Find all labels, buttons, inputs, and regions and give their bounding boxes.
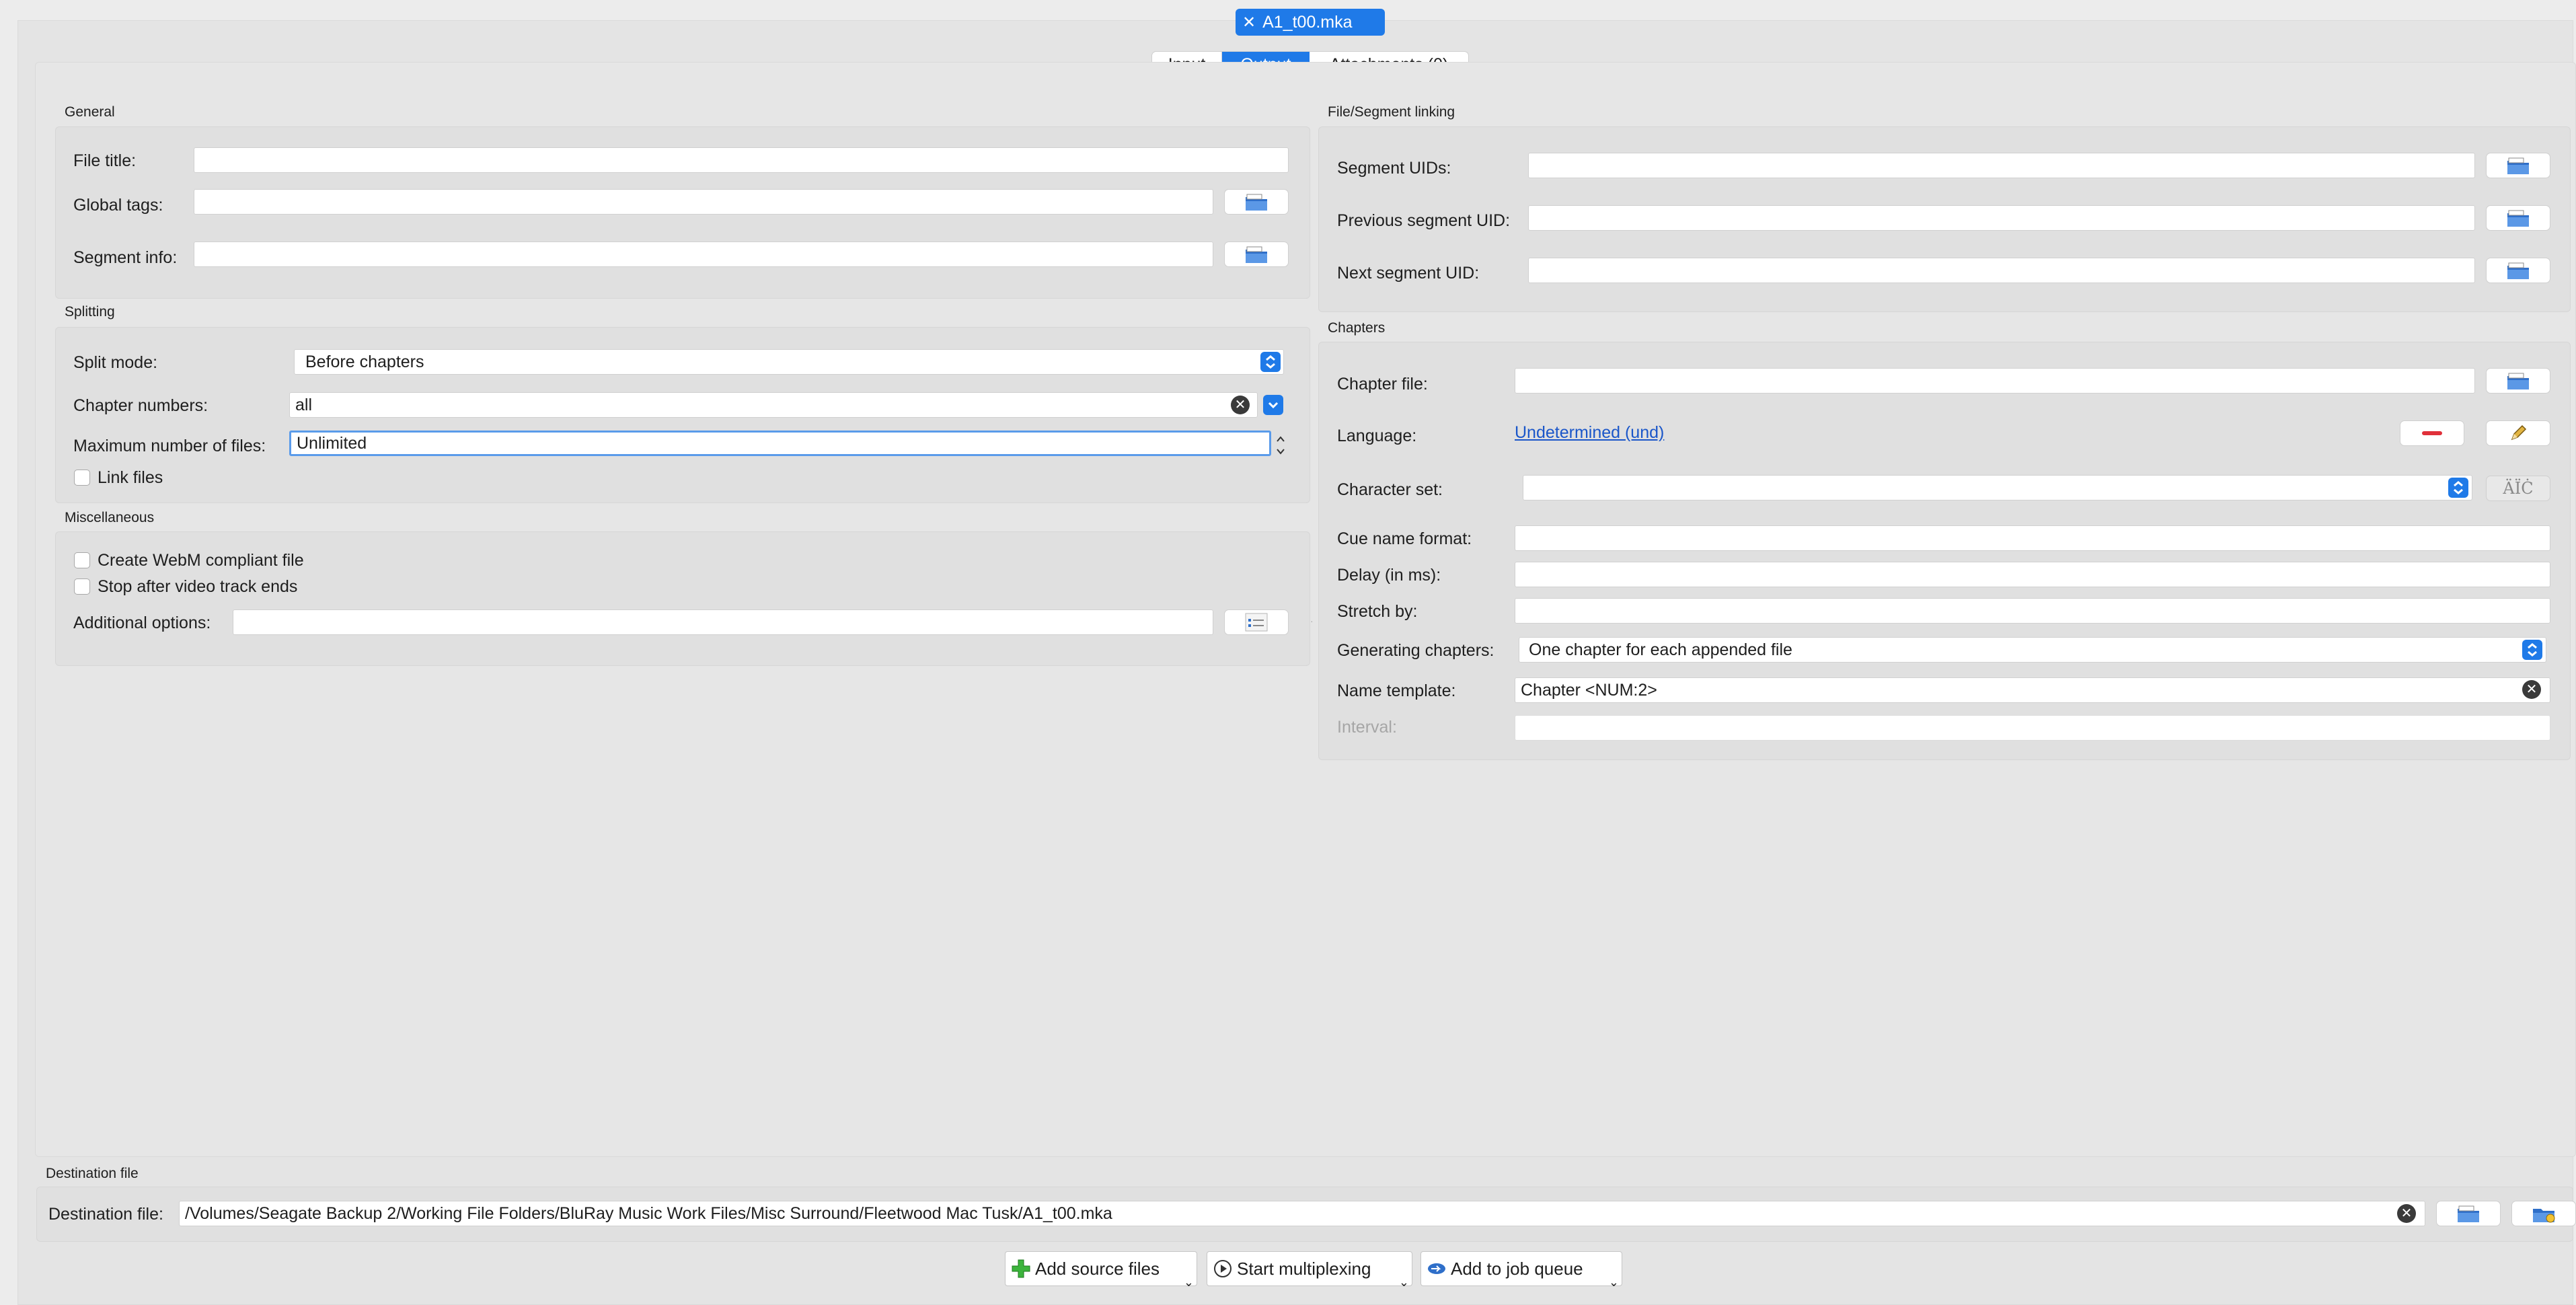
generating-select[interactable]: One chapter for each appended file — [1519, 637, 2546, 663]
webm-label: Create WebM compliant file — [98, 551, 304, 570]
segment-uids-input[interactable] — [1528, 153, 2475, 178]
chapter-numbers-input[interactable]: all — [289, 392, 1258, 418]
pencil-icon — [2511, 424, 2527, 441]
abc-icon: ÄÏĊ — [2503, 479, 2534, 498]
additional-options-input[interactable] — [233, 609, 1213, 635]
segment-uids-label: Segment UIDs: — [1337, 159, 1451, 178]
chapter-numbers-dropdown-icon[interactable] — [1263, 395, 1283, 415]
splitting-section-title: Splitting — [65, 304, 115, 320]
next-uid-label: Next segment UID: — [1337, 264, 1480, 283]
folder-recent-icon — [2533, 1209, 2555, 1223]
minus-icon — [2422, 431, 2442, 435]
close-icon[interactable]: ✕ — [1242, 13, 1256, 32]
stretch-label: Stretch by: — [1337, 602, 1418, 621]
next-uid-input[interactable] — [1528, 258, 2475, 283]
language-remove-button[interactable] — [2400, 420, 2464, 446]
max-files-label: Maximum number of files: — [73, 437, 266, 455]
folder-icon — [1246, 194, 1267, 211]
segment-info-input[interactable] — [194, 241, 1213, 267]
global-tags-input[interactable] — [194, 189, 1213, 215]
chapter-file-label: Chapter file: — [1337, 375, 1428, 394]
next-uid-browse-button[interactable] — [2486, 258, 2550, 283]
name-template-label: Name template: — [1337, 681, 1456, 700]
folder-icon — [1246, 246, 1267, 263]
queue-icon — [1428, 1263, 1445, 1274]
folder-icon — [2458, 1205, 2479, 1222]
plus-icon — [1012, 1259, 1030, 1278]
folder-icon — [2507, 157, 2529, 174]
generating-dropdown-icon[interactable] — [2522, 640, 2542, 660]
file-title-label: File title: — [73, 151, 137, 170]
additional-options-label: Additional options: — [73, 613, 211, 632]
charset-dropdown-icon[interactable] — [2448, 478, 2468, 498]
max-files-spinbox[interactable]: Unlimited — [289, 431, 1271, 456]
chevron-down-icon[interactable]: ⌄ — [1184, 1275, 1194, 1290]
interval-input — [1515, 715, 2550, 741]
chapter-numbers-label: Chapter numbers: — [73, 396, 209, 415]
prev-uid-label: Previous segment UID: — [1337, 211, 1511, 230]
general-section-title: General — [65, 104, 115, 120]
delay-input[interactable] — [1515, 562, 2550, 587]
destination-section-title: Destination file — [46, 1166, 139, 1181]
language-label: Language: — [1337, 426, 1417, 445]
cue-format-input[interactable] — [1515, 525, 2550, 551]
language-edit-button[interactable] — [2486, 420, 2550, 446]
chevron-down-icon[interactable]: ⌄ — [1399, 1275, 1409, 1290]
file-tab[interactable]: ✕ A1_t00.mka — [1236, 9, 1385, 36]
list-icon — [1245, 613, 1268, 632]
charset-preview-button[interactable]: ÄÏĊ — [2486, 476, 2550, 501]
generating-label: Generating chapters: — [1337, 641, 1494, 660]
destination-label: Destination file: — [48, 1205, 163, 1224]
stop-after-video-checkbox[interactable] — [74, 579, 90, 595]
max-files-stepper[interactable] — [1275, 432, 1286, 459]
stretch-input[interactable] — [1515, 598, 2550, 624]
chapter-file-input[interactable] — [1515, 368, 2475, 394]
link-files-label: Link files — [98, 468, 163, 487]
chapter-file-browse-button[interactable] — [2486, 368, 2550, 394]
chapters-section-title: Chapters — [1328, 320, 1386, 336]
file-title-input[interactable] — [194, 147, 1289, 173]
segment-info-label: Segment info: — [73, 248, 178, 267]
global-tags-browse-button[interactable] — [1224, 189, 1289, 215]
split-mode-select[interactable]: Before chapters — [294, 349, 1284, 375]
folder-icon — [2507, 373, 2529, 389]
segment-info-browse-button[interactable] — [1224, 241, 1289, 267]
language-link[interactable]: Undetermined (und) — [1515, 422, 1664, 443]
destination-input[interactable]: /Volumes/Seagate Backup 2/Working File F… — [179, 1201, 2425, 1226]
webm-checkbox[interactable] — [74, 552, 90, 568]
segment-uids-browse-button[interactable] — [2486, 153, 2550, 178]
chevron-down-icon[interactable]: ⌄ — [1609, 1275, 1619, 1290]
folder-icon — [2507, 210, 2529, 227]
splitter-handle[interactable]: · — [1310, 616, 1316, 626]
prev-uid-browse-button[interactable] — [2486, 205, 2550, 231]
split-mode-dropdown-icon[interactable] — [1260, 352, 1281, 372]
linking-section-title: File/Segment linking — [1328, 104, 1455, 120]
start-multiplexing-button[interactable]: Start multiplexing ⌄ — [1207, 1251, 1412, 1289]
charset-select[interactable] — [1523, 475, 2472, 500]
additional-options-button[interactable] — [1224, 609, 1289, 635]
destination-recent-button[interactable] — [2511, 1201, 2576, 1226]
destination-browse-button[interactable] — [2436, 1201, 2501, 1226]
cue-format-label: Cue name format: — [1337, 529, 1472, 548]
split-mode-label: Split mode: — [73, 353, 158, 372]
charset-label: Character set: — [1337, 480, 1443, 499]
clear-icon[interactable]: ✕ — [1231, 396, 1250, 414]
file-tab-label: A1_t00.mka — [1262, 12, 1353, 32]
play-icon — [1214, 1260, 1232, 1277]
add-to-job-queue-button[interactable]: Add to job queue ⌄ — [1420, 1251, 1622, 1289]
interval-label: Interval: — [1337, 718, 1397, 737]
add-source-files-button[interactable]: Add source files ⌄ — [1005, 1251, 1197, 1289]
global-tags-label: Global tags: — [73, 196, 163, 215]
misc-section-title: Miscellaneous — [65, 510, 155, 525]
delay-label: Delay (in ms): — [1337, 566, 1441, 585]
link-files-checkbox[interactable] — [74, 470, 90, 486]
clear-icon[interactable]: ✕ — [2397, 1204, 2416, 1223]
prev-uid-input[interactable] — [1528, 205, 2475, 231]
clear-icon[interactable]: ✕ — [2522, 680, 2541, 699]
stop-after-video-label: Stop after video track ends — [98, 577, 298, 596]
name-template-input[interactable]: Chapter <NUM:2> — [1515, 677, 2550, 703]
folder-icon — [2507, 262, 2529, 279]
